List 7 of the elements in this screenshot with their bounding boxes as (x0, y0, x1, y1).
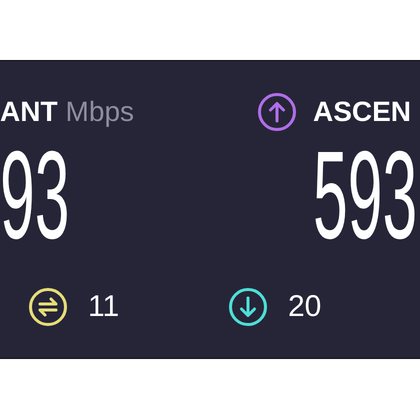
unit-label: Mbps (66, 96, 134, 128)
download-speed: 93 (0, 133, 70, 258)
upload-speed: 593 (313, 133, 418, 258)
ping-value: 11 (88, 290, 120, 324)
download-label: ANT (0, 96, 58, 128)
upload-label: ASCEN (313, 96, 412, 128)
jitter-value: 20 (288, 290, 322, 324)
